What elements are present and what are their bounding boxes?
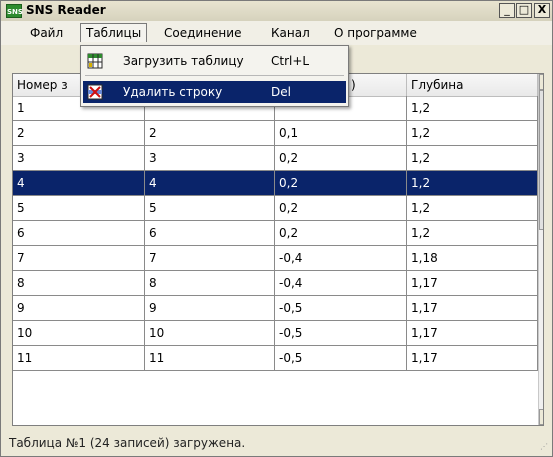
table-cell[interactable]: 1,2 [407,221,538,245]
table-cell[interactable]: 0,2 [275,146,407,170]
scroll-thumb[interactable] [539,90,543,230]
table-row[interactable]: 11 11 -0,5 1,17 [13,346,538,371]
table-cell[interactable]: 4 [145,171,275,195]
table-cell[interactable]: 1,18 [407,246,538,270]
table-cell[interactable]: -0,5 [275,346,407,370]
table-cell[interactable]: 9 [145,296,275,320]
table-row[interactable]: 7 7 -0,4 1,18 [13,246,538,271]
table-row[interactable]: 2 2 0,1 1,2 [13,121,538,146]
header-depth[interactable]: Глубина [407,74,538,96]
table-cell[interactable]: 1,2 [407,96,538,120]
table-cell[interactable]: 8 [13,271,145,295]
table-row[interactable]: 10 10 -0,5 1,17 [13,321,538,346]
table-cell[interactable]: 0,2 [275,196,407,220]
table-cell[interactable]: 2 [145,121,275,145]
load-table-shortcut: Ctrl+L [271,54,310,68]
menu-about[interactable]: О программе [329,24,422,42]
minimize-button[interactable]: _ [499,3,515,18]
menu-connection[interactable]: Соединение [159,24,246,42]
table-cell[interactable]: 5 [145,196,275,220]
table-cell[interactable]: 11 [145,346,275,370]
main-window: SNS SNS Reader _ □ X Файл Таблицы Соедин… [0,0,553,457]
menu-separator [85,75,344,76]
table-cell[interactable]: 2 [13,121,145,145]
table-row[interactable]: 8 8 -0,4 1,17 [13,271,538,296]
table-cell[interactable]: 1,2 [407,146,538,170]
table-row[interactable]: 5 5 0,2 1,2 [13,196,538,221]
table-cell[interactable]: 1,2 [407,171,538,195]
table-cell[interactable]: 7 [145,246,275,270]
table-cell[interactable]: 1,17 [407,296,538,320]
menu-channel[interactable]: Канал [266,24,315,42]
menu-item-load-table[interactable]: Загрузить таблицу Ctrl+L [83,50,346,72]
delete-row-icon [87,84,103,100]
app-icon: SNS [6,4,23,18]
scroll-up-arrow-icon[interactable]: ▲ [539,74,543,90]
table-cell[interactable]: 1,17 [407,271,538,295]
load-table-icon [87,53,103,69]
table-cell[interactable]: 6 [13,221,145,245]
table-cell[interactable]: 1,17 [407,346,538,370]
delete-row-label: Удалить строку [123,85,223,99]
load-table-label: Загрузить таблицу [123,54,244,68]
table-cell[interactable]: 8 [145,271,275,295]
table-cell[interactable]: 5 [13,196,145,220]
table-cell[interactable]: 0,2 [275,171,407,195]
table-cell[interactable]: 4 [13,171,145,195]
table-cell[interactable]: 0,1 [275,121,407,145]
table-cell[interactable]: -0,5 [275,321,407,345]
maximize-button[interactable]: □ [516,3,532,18]
table-row[interactable]: 4 4 0,2 1,2 [13,171,538,196]
menu-tables[interactable]: Таблицы [80,23,148,42]
table-cell[interactable]: -0,4 [275,246,407,270]
table-cell[interactable]: 10 [13,321,145,345]
table-cell[interactable]: 0,2 [275,221,407,245]
table-cell[interactable]: 1,17 [407,321,538,345]
status-bar: Таблица №1 (24 записей) загружена. ⋰ [1,429,552,456]
table-cell[interactable]: 1,2 [407,121,538,145]
table-cell[interactable]: 11 [13,346,145,370]
data-grid[interactable]: Номер з ) Глубина 1 1,2 2 2 0,1 1,2 3 3 0,2 1,2 4 4… [12,73,544,426]
table-cell[interactable]: -0,4 [275,271,407,295]
menu-item-delete-row[interactable]: Удалить строку Del [83,81,346,103]
table-row[interactable]: 3 3 0,2 1,2 [13,146,538,171]
table-row[interactable]: 6 6 0,2 1,2 [13,221,538,246]
window-title: SNS Reader [26,3,106,17]
title-bar[interactable]: SNS SNS Reader _ □ X [1,1,552,21]
table-cell[interactable]: 1,2 [407,196,538,220]
vertical-scrollbar[interactable]: ▲ ▼ [538,74,543,425]
table-cell[interactable]: -0,5 [275,296,407,320]
menu-bar: Файл Таблицы Соединение Канал О программ… [1,21,552,45]
status-text: Таблица №1 (24 записей) загружена. [9,436,246,450]
table-row[interactable]: 9 9 -0,5 1,17 [13,296,538,321]
table-cell[interactable]: 10 [145,321,275,345]
table-cell[interactable]: 9 [13,296,145,320]
resize-grip-icon[interactable]: ⋰ [538,442,548,452]
tables-dropdown-menu: Загрузить таблицу Ctrl+L Удалить строку … [80,45,349,107]
table-cell[interactable]: 3 [145,146,275,170]
table-cell[interactable]: 6 [145,221,275,245]
delete-row-shortcut: Del [271,85,291,99]
table-cell[interactable]: 7 [13,246,145,270]
table-cell[interactable]: 3 [13,146,145,170]
menu-file[interactable]: Файл [25,24,68,42]
scroll-down-arrow-icon[interactable]: ▼ [539,409,543,425]
close-button[interactable]: X [534,3,550,18]
